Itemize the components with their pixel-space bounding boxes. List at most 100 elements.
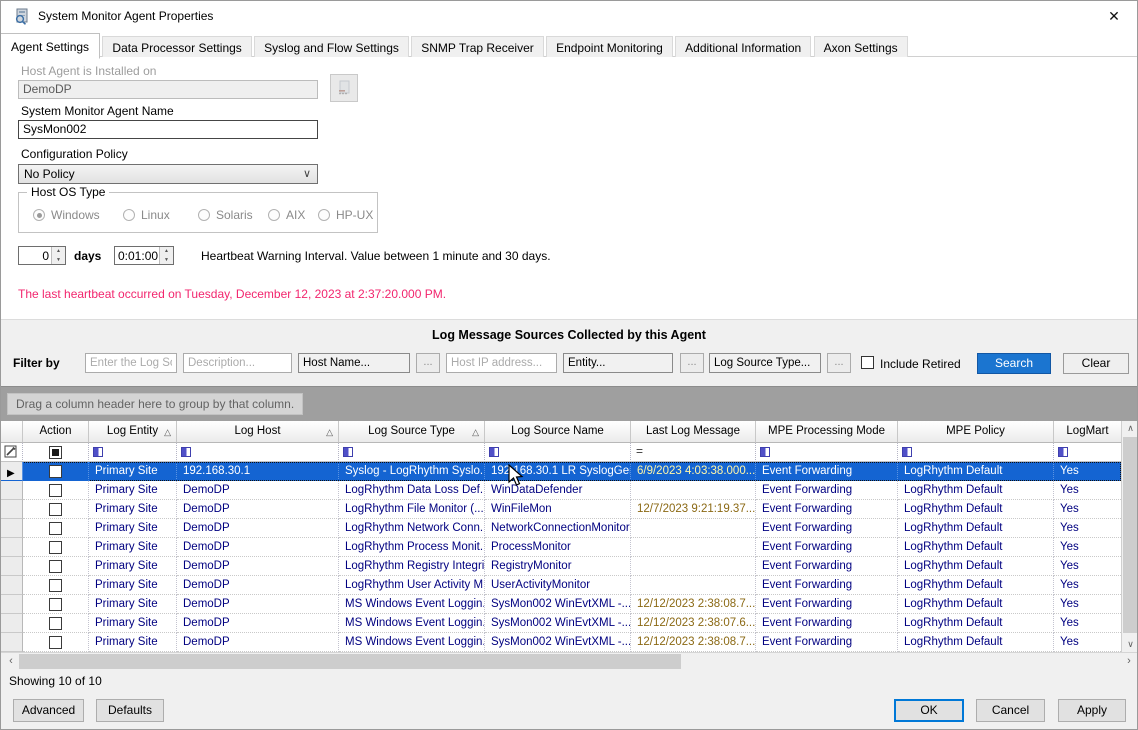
interval-stepper[interactable]: 0:01:00 ▲▼ [114,246,174,265]
filter-cell-log-source-type[interactable] [339,443,485,462]
row-selector-cell[interactable] [1,614,23,633]
table-row[interactable]: ▶Primary Site192.168.30.1Syslog - LogRhy… [1,462,1121,481]
host-ip-filter-input[interactable] [446,353,557,373]
filter-icon[interactable] [489,447,499,457]
column-header-log-source-name[interactable]: Log Source Name [485,421,631,443]
advanced-button[interactable]: Advanced [13,699,84,722]
column-header-log-host[interactable]: Log Host△ [177,421,339,443]
scroll-right-icon[interactable]: › [1121,653,1137,671]
table-row[interactable]: Primary SiteDemoDPMS Windows Event Loggi… [1,633,1121,652]
row-checkbox[interactable] [49,484,62,497]
filter-cell-log-entity[interactable] [89,443,177,462]
column-header-log-entity[interactable]: Log Entity△ [89,421,177,443]
row-checkbox[interactable] [49,465,62,478]
filter-cell-mpe-policy[interactable] [898,443,1054,462]
row-selector-cell[interactable] [1,538,23,557]
log-source-filter-input[interactable] [85,353,177,373]
row-selector-cell[interactable] [1,481,23,500]
row-selector-cell[interactable] [1,519,23,538]
row-checkbox[interactable] [49,522,62,535]
stepper-arrows-icon[interactable]: ▲▼ [159,247,173,264]
agent-name-field[interactable]: SysMon002 [18,120,318,139]
column-header-mpe-policy[interactable]: MPE Policy [898,421,1054,443]
table-row[interactable]: Primary SiteDemoDPLogRhythm Network Conn… [1,519,1121,538]
column-header-last-log-message[interactable]: Last Log Message [631,421,756,443]
column-header-log-source-type[interactable]: Log Source Type△ [339,421,485,443]
filter-icon[interactable] [181,447,191,457]
row-checkbox[interactable] [49,560,62,573]
table-row[interactable]: Primary SiteDemoDPLogRhythm Process Moni… [1,538,1121,557]
cancel-button[interactable]: Cancel [976,699,1045,722]
filter-icon[interactable] [93,447,103,457]
entity-browse-button[interactable]: ... [680,353,704,373]
filter-icon[interactable] [343,447,353,457]
radio-hpux[interactable]: HP-UX [318,208,373,222]
tab-data-processor-settings[interactable]: Data Processor Settings [102,36,251,59]
tab-snmp-trap-receiver[interactable]: SNMP Trap Receiver [411,36,543,59]
radio-linux[interactable]: Linux [123,208,170,222]
row-checkbox[interactable] [49,617,62,630]
days-stepper[interactable]: 0 ▲▼ [18,246,66,265]
table-row[interactable]: Primary SiteDemoDPMS Windows Event Loggi… [1,595,1121,614]
vertical-scrollbar[interactable]: ∧ ∨ [1121,421,1138,652]
row-selector-cell[interactable] [1,576,23,595]
row-selector-cell[interactable] [1,500,23,519]
filter-cell-log-host[interactable] [177,443,339,462]
scroll-down-icon[interactable]: ∨ [1122,637,1138,652]
radio-windows[interactable]: Windows [33,208,100,222]
filter-cell-logmart[interactable] [1054,443,1121,462]
include-retired-checkbox[interactable] [861,356,874,369]
radio-solaris[interactable]: Solaris [198,208,253,222]
close-icon[interactable]: ✕ [1101,5,1127,27]
scroll-up-icon[interactable]: ∧ [1122,421,1138,436]
table-row[interactable]: Primary SiteDemoDPLogRhythm Data Loss De… [1,481,1121,500]
row-checkbox[interactable] [49,579,62,592]
column-header-action[interactable]: Action [23,421,89,443]
row-selector-cell[interactable]: ▶ [1,462,23,481]
tab-agent-settings[interactable]: Agent Settings [0,33,100,59]
filter-icon[interactable] [902,447,912,457]
stepper-arrows-icon[interactable]: ▲▼ [51,247,65,264]
vertical-scrollbar-thumb[interactable] [1123,437,1138,633]
row-selector-cell[interactable] [1,557,23,576]
search-button[interactable]: Search [977,353,1051,374]
filter-cell-last-log-message[interactable]: = [631,443,756,462]
apply-button[interactable]: Apply [1058,699,1126,722]
entity-filter-field[interactable] [563,353,673,373]
filter-cell-action[interactable] [23,443,89,462]
row-selector-cell[interactable] [1,595,23,614]
filter-icon[interactable] [760,447,770,457]
row-selector-cell[interactable] [1,633,23,652]
column-header-mpe-processing-mode[interactable]: MPE Processing Mode [756,421,898,443]
tab-endpoint-monitoring[interactable]: Endpoint Monitoring [546,36,673,59]
table-row[interactable]: Primary SiteDemoDPLogRhythm User Activit… [1,576,1121,595]
table-row[interactable]: Primary SiteDemoDPLogRhythm File Monitor… [1,500,1121,519]
clear-button[interactable]: Clear [1063,353,1129,374]
log-source-type-browse-button[interactable]: ... [827,353,851,373]
description-filter-input[interactable] [183,353,292,373]
radio-aix[interactable]: AIX [268,208,305,222]
tab-additional-information[interactable]: Additional Information [675,36,811,59]
filter-cell-selector[interactable] [1,443,23,462]
host-name-filter-field[interactable] [298,353,410,373]
tab-syslog-and-flow-settings[interactable]: Syslog and Flow Settings [254,36,409,59]
horizontal-scrollbar[interactable]: ‹ › [1,652,1138,670]
column-header-logmart[interactable]: LogMart [1054,421,1121,443]
table-row[interactable]: Primary SiteDemoDPLogRhythm Registry Int… [1,557,1121,576]
host-name-browse-button[interactable]: ... [416,353,440,373]
group-by-bar[interactable]: Drag a column header here to group by th… [1,387,1138,421]
table-row[interactable]: Primary SiteDemoDPMS Windows Event Loggi… [1,614,1121,633]
filter-icon[interactable] [1058,447,1068,457]
filter-cell-mpe-processing-mode[interactable] [756,443,898,462]
defaults-button[interactable]: Defaults [96,699,164,722]
config-policy-select[interactable]: No Policy ∨ [18,164,318,184]
horizontal-scrollbar-thumb[interactable] [19,654,681,669]
row-checkbox[interactable] [49,503,62,516]
ok-button[interactable]: OK [894,699,964,722]
scroll-left-icon[interactable]: ‹ [3,653,19,671]
row-checkbox[interactable] [49,541,62,554]
tab-axon-settings[interactable]: Axon Settings [814,36,908,59]
filter-cell-log-source-name[interactable] [485,443,631,462]
log-source-type-filter-field[interactable] [709,353,821,373]
row-checkbox[interactable] [49,636,62,649]
